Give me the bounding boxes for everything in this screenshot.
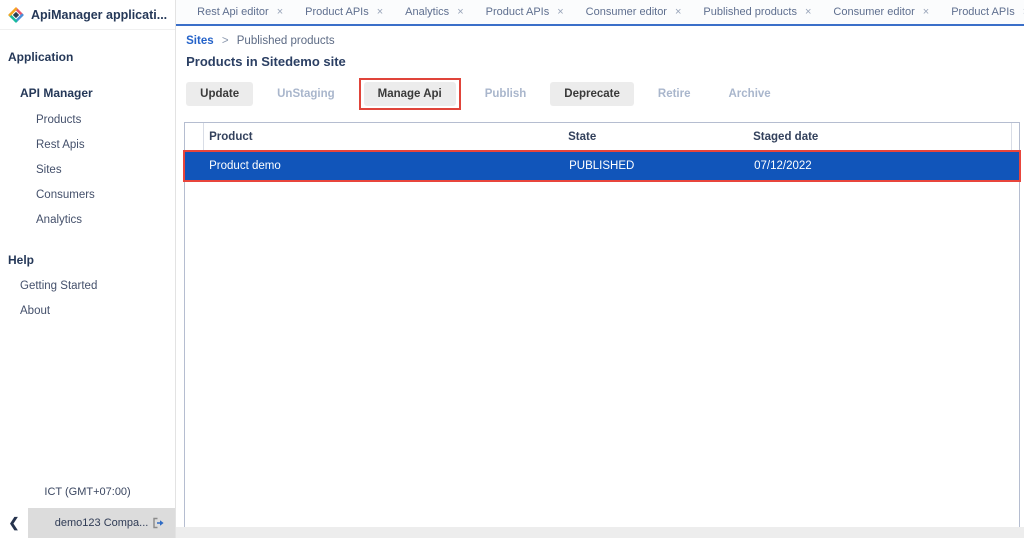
close-icon[interactable]: × (805, 6, 811, 18)
tab-rest-api-editor[interactable]: Rest Api editor × (186, 0, 294, 24)
scrollbar-filler (1011, 123, 1019, 151)
sidebar-item-analytics[interactable]: Analytics (0, 208, 175, 233)
manage-api-button[interactable]: Manage Api (364, 82, 456, 106)
close-icon[interactable]: × (557, 6, 563, 18)
deprecate-button[interactable]: Deprecate (550, 82, 634, 106)
toolbar: Update UnStaging Manage Api Publish Depr… (186, 80, 1024, 108)
main-area: Rest Api editor × Product APIs × Analyti… (176, 0, 1024, 538)
app-logo-icon (8, 7, 24, 23)
sidebar-item-sites[interactable]: Sites (0, 158, 175, 183)
sidebar: ApiManager applicati... Application API … (0, 0, 176, 538)
column-header-state[interactable]: State (568, 123, 753, 151)
app-title: ApiManager applicati... (31, 8, 167, 22)
breadcrumb-separator: > (222, 35, 229, 47)
tab-consumer-editor-2[interactable]: Consumer editor × (822, 0, 940, 24)
sidebar-item-products[interactable]: Products (0, 108, 175, 133)
sidebar-item-consumers[interactable]: Consumers (0, 183, 175, 208)
archive-button[interactable]: Archive (715, 82, 785, 106)
table-header-row: Product State Staged date (185, 123, 1019, 152)
sidebar-item-getting-started[interactable]: Getting Started (0, 273, 175, 298)
cell-product: Product demo (204, 160, 569, 172)
content-area: Sites > Published products Products in S… (176, 26, 1024, 536)
retire-button[interactable]: Retire (644, 82, 705, 106)
nav-section-help: Help (0, 247, 175, 273)
tab-analytics[interactable]: Analytics × (394, 0, 474, 24)
page-title: Products in Sitedemo site (186, 54, 1024, 69)
bottom-strip (176, 527, 1024, 538)
cell-state: PUBLISHED (569, 160, 754, 172)
timezone-label: ICT (GMT+07:00) (0, 486, 175, 508)
sidebar-item-about[interactable]: About (0, 298, 175, 323)
sidebar-collapse-button[interactable]: ❮ (0, 508, 28, 538)
selector-column-header (185, 123, 204, 151)
close-icon[interactable]: × (377, 6, 383, 18)
account-label: demo123 Compa... (55, 517, 149, 529)
close-icon[interactable]: × (923, 6, 929, 18)
account-bar[interactable]: demo123 Compa... (28, 508, 175, 538)
chevron-left-icon: ❮ (9, 515, 20, 531)
app-window: ApiManager applicati... Application API … (0, 0, 1024, 538)
sidebar-item-api-manager[interactable]: API Manager (0, 78, 175, 108)
sidebar-nav: Application API Manager Products Rest Ap… (0, 30, 175, 486)
close-icon[interactable]: × (675, 6, 681, 18)
unstaging-button[interactable]: UnStaging (263, 82, 349, 106)
column-header-staged-date[interactable]: Staged date (753, 123, 1011, 151)
close-icon[interactable]: × (277, 6, 283, 18)
sidebar-item-rest-apis[interactable]: Rest Apis (0, 133, 175, 158)
tab-consumer-editor-1[interactable]: Consumer editor × (575, 0, 693, 24)
tab-product-apis-1[interactable]: Product APIs × (294, 0, 394, 24)
update-button[interactable]: Update (186, 82, 253, 106)
breadcrumb: Sites > Published products (176, 26, 1024, 47)
breadcrumb-current: Published products (237, 35, 335, 47)
cell-staged-date: 07/12/2022 (754, 160, 1019, 172)
breadcrumb-link-sites[interactable]: Sites (186, 35, 214, 47)
publish-button[interactable]: Publish (471, 82, 541, 106)
column-header-product[interactable]: Product (204, 123, 568, 151)
tab-published-products-1[interactable]: Published products × (692, 0, 822, 24)
tab-product-apis-3[interactable]: Product APIs × (940, 0, 1024, 24)
logout-icon[interactable] (151, 516, 165, 535)
app-header: ApiManager applicati... (0, 0, 175, 30)
tab-product-apis-2[interactable]: Product APIs × (475, 0, 575, 24)
table-row-product-demo[interactable]: Product demo PUBLISHED 07/12/2022 (185, 152, 1019, 180)
products-table: Product State Staged date Product demo P… (184, 122, 1020, 536)
nav-section-application: Application (0, 44, 175, 70)
annotation-box-manage-api: Manage Api (359, 78, 461, 110)
sidebar-footer: ❮ demo123 Compa... (0, 508, 175, 538)
close-icon[interactable]: × (457, 6, 463, 18)
tab-bar: Rest Api editor × Product APIs × Analyti… (176, 0, 1024, 26)
